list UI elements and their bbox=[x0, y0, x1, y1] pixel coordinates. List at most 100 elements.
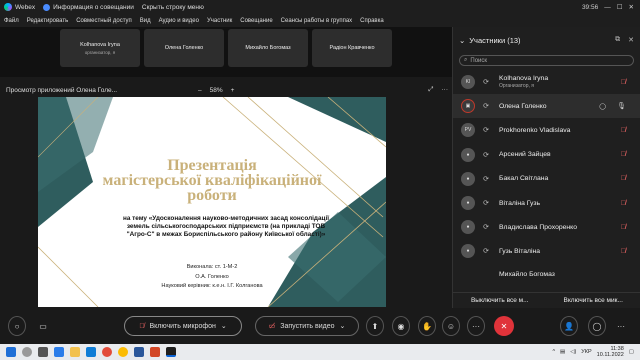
sync-icon: ⟳ bbox=[483, 79, 489, 87]
participant-row[interactable]: ● ⟳ Бакал Світлана 🎙̸ bbox=[453, 167, 640, 191]
menu-view[interactable]: Вид bbox=[140, 18, 151, 24]
sync-icon: ⟳ bbox=[483, 151, 489, 159]
windows-start-icon[interactable] bbox=[6, 347, 16, 357]
mic-muted-icon[interactable]: 🎙̸ bbox=[621, 175, 626, 182]
title-bar: Webex Информация о совещании Скрыть стро… bbox=[0, 0, 640, 14]
hide-menu-button[interactable]: Скрыть строку меню bbox=[142, 4, 204, 11]
popout-icon[interactable]: ⧉ bbox=[615, 36, 620, 44]
panel-close-icon[interactable]: ✕ bbox=[628, 36, 634, 44]
participant-row[interactable]: ● ⟳ Владислава Прохоренко 🎙̸ bbox=[453, 215, 640, 239]
participant-row[interactable]: PV ⟳ Prokhorenko Vladislava 🎙̸ bbox=[453, 118, 640, 142]
mic-muted-icon[interactable]: 🎙̸ bbox=[621, 79, 626, 86]
sync-icon: ⟳ bbox=[483, 103, 489, 111]
menu-bar: Файл Редактировать Совместный доступ Вид… bbox=[0, 14, 640, 27]
tray-chevron-icon[interactable]: ^ bbox=[552, 349, 555, 355]
video-tile-role: организатор, я bbox=[84, 49, 116, 55]
slide-title-line: Презентація bbox=[167, 157, 257, 174]
participant-row[interactable]: KI ⟳ Kolhanova Iryna Организатор, я 🎙̸ bbox=[453, 70, 640, 94]
mic-muted-icon[interactable]: 🎙̸ bbox=[621, 248, 626, 255]
powerpoint-icon[interactable] bbox=[150, 347, 160, 357]
shared-slide: Презентація магістерської кваліфікаційно… bbox=[38, 97, 386, 307]
video-tile[interactable]: Михайло Богомаз bbox=[228, 29, 308, 67]
slide-subtitle-line: "Агро-С" в межах Бориспільського району … bbox=[126, 231, 326, 238]
share-screen-icon[interactable]: ⬆ bbox=[366, 316, 384, 336]
search-icon[interactable] bbox=[22, 347, 32, 357]
menu-audio-video[interactable]: Аудио и видео bbox=[159, 18, 199, 24]
chat-icon[interactable]: ◯ bbox=[588, 316, 606, 336]
system-tray: ^ ▤ ◁) УКР 11:38 10.11.2022 ▢ bbox=[552, 346, 634, 358]
menu-file[interactable]: Файл bbox=[4, 18, 19, 24]
clock[interactable]: 11:38 10.11.2022 bbox=[597, 346, 624, 358]
network-icon[interactable]: ▤ bbox=[560, 349, 565, 355]
participant-row[interactable]: Михайло Богомаз bbox=[453, 264, 640, 278]
participant-row[interactable]: ● ⟳ Арсений Зайцев 🎙̸ bbox=[453, 143, 640, 167]
mic-on-icon[interactable]: 🎙 bbox=[617, 102, 626, 110]
app-name: Webex bbox=[15, 3, 36, 11]
word-icon[interactable] bbox=[134, 347, 144, 357]
participants-icon[interactable]: 👤 bbox=[560, 316, 578, 336]
unmute-mic-button[interactable]: 🎙̸ Включить микрофон ⌄ bbox=[124, 316, 242, 336]
mic-muted-icon[interactable]: 🎙̸ bbox=[621, 224, 626, 231]
sync-icon: ⟳ bbox=[483, 127, 489, 135]
mic-muted-icon[interactable]: 🎙̸ bbox=[621, 127, 626, 134]
participant-row[interactable]: ▣ ⟳ Олена Голенко ◯ 🎙 bbox=[453, 94, 640, 119]
menu-participant[interactable]: Участник bbox=[207, 18, 232, 24]
record-icon[interactable]: ◉ bbox=[392, 316, 410, 336]
volume-icon[interactable]: ◁) bbox=[570, 349, 576, 355]
more-options-icon[interactable]: ··· bbox=[467, 316, 485, 336]
mic-muted-icon[interactable]: 🎙̸ bbox=[621, 151, 626, 158]
edge-icon[interactable] bbox=[54, 347, 64, 357]
participants-search-input[interactable]: ⌕ Поиск bbox=[459, 55, 634, 66]
participants-footer: Выключить все м... Включить все мик... bbox=[453, 292, 640, 308]
start-video-button[interactable]: ▭̸ Запустить видео ⌄ bbox=[255, 316, 359, 336]
menu-breakout[interactable]: Сеансы работы в группах bbox=[281, 18, 353, 24]
info-icon[interactable] bbox=[43, 3, 51, 11]
store-icon[interactable] bbox=[86, 347, 96, 357]
zoom-in-button[interactable]: + bbox=[231, 87, 235, 94]
slide-title-line: магістерської кваліфікаційної bbox=[102, 172, 322, 189]
video-tile[interactable]: Радіон Кравченко bbox=[312, 29, 392, 67]
mic-muted-icon[interactable]: 🎙̸ bbox=[621, 200, 626, 207]
menu-share[interactable]: Совместный доступ bbox=[76, 18, 132, 24]
menu-meeting[interactable]: Совещание bbox=[240, 18, 272, 24]
video-tile[interactable]: Kolhanova Iryna организатор, я bbox=[60, 29, 140, 67]
language-indicator[interactable]: УКР bbox=[581, 349, 591, 355]
pin-icon[interactable]: ⤢ bbox=[428, 86, 433, 94]
slide-teal-shape-top-right bbox=[288, 97, 386, 142]
start-video-label: Запустить видео bbox=[280, 322, 335, 330]
maximize-icon[interactable]: ☐ bbox=[617, 3, 623, 11]
opera-icon[interactable] bbox=[102, 347, 112, 357]
end-call-button[interactable]: ✕ bbox=[494, 316, 514, 336]
task-view-icon[interactable] bbox=[38, 347, 48, 357]
menu-help[interactable]: Справка bbox=[360, 18, 384, 24]
video-tile-name: Олена Голенко bbox=[164, 45, 204, 51]
slide-title-line: роботи bbox=[187, 187, 237, 204]
meeting-controls: ○ ▭ 🎙̸ Включить микрофон ⌄ ▭̸ Запустить … bbox=[0, 308, 640, 344]
captions-icon[interactable]: ▭ bbox=[36, 316, 50, 336]
raise-hand-icon[interactable]: ✋ bbox=[418, 316, 436, 336]
chat-icon[interactable]: ◯ bbox=[599, 103, 606, 110]
slide-author-line: О.А. Голенко bbox=[195, 273, 229, 280]
close-icon[interactable]: ✕ bbox=[629, 3, 634, 11]
participant-row[interactable]: ● ⟳ Гузь Віталіна 🎙̸ bbox=[453, 239, 640, 263]
webex-taskbar-icon[interactable] bbox=[166, 347, 176, 357]
notifications-icon[interactable]: ▢ bbox=[629, 349, 634, 355]
more-options-icon[interactable]: ··· bbox=[442, 86, 449, 94]
meeting-info-button[interactable]: Информация о совещании bbox=[53, 4, 134, 11]
participant-row[interactable]: ● ⟳ Віталіна Гузь 🎙̸ bbox=[453, 191, 640, 215]
sync-icon: ⟳ bbox=[483, 200, 489, 208]
video-tile-name: Михайло Богомаз bbox=[245, 45, 291, 51]
unmute-all-button[interactable]: Включить все мик... bbox=[547, 297, 640, 304]
more-panels-icon[interactable]: ··· bbox=[614, 316, 628, 336]
zoom-out-button[interactable]: – bbox=[198, 87, 202, 94]
file-explorer-icon[interactable] bbox=[70, 347, 80, 357]
chrome-icon[interactable] bbox=[118, 347, 128, 357]
video-tile[interactable]: Олена Голенко bbox=[144, 29, 224, 67]
mute-all-button[interactable]: Выключить все м... bbox=[453, 297, 547, 304]
collapse-chevron-icon[interactable]: ⌄ bbox=[459, 36, 465, 45]
reactions-icon[interactable]: ○ bbox=[8, 316, 26, 336]
video-tile-name: Kolhanova Iryna bbox=[80, 41, 120, 48]
reactions-emoji-icon[interactable]: ☺ bbox=[442, 316, 460, 336]
menu-edit[interactable]: Редактировать bbox=[27, 18, 68, 24]
minimize-icon[interactable]: — bbox=[604, 4, 611, 11]
